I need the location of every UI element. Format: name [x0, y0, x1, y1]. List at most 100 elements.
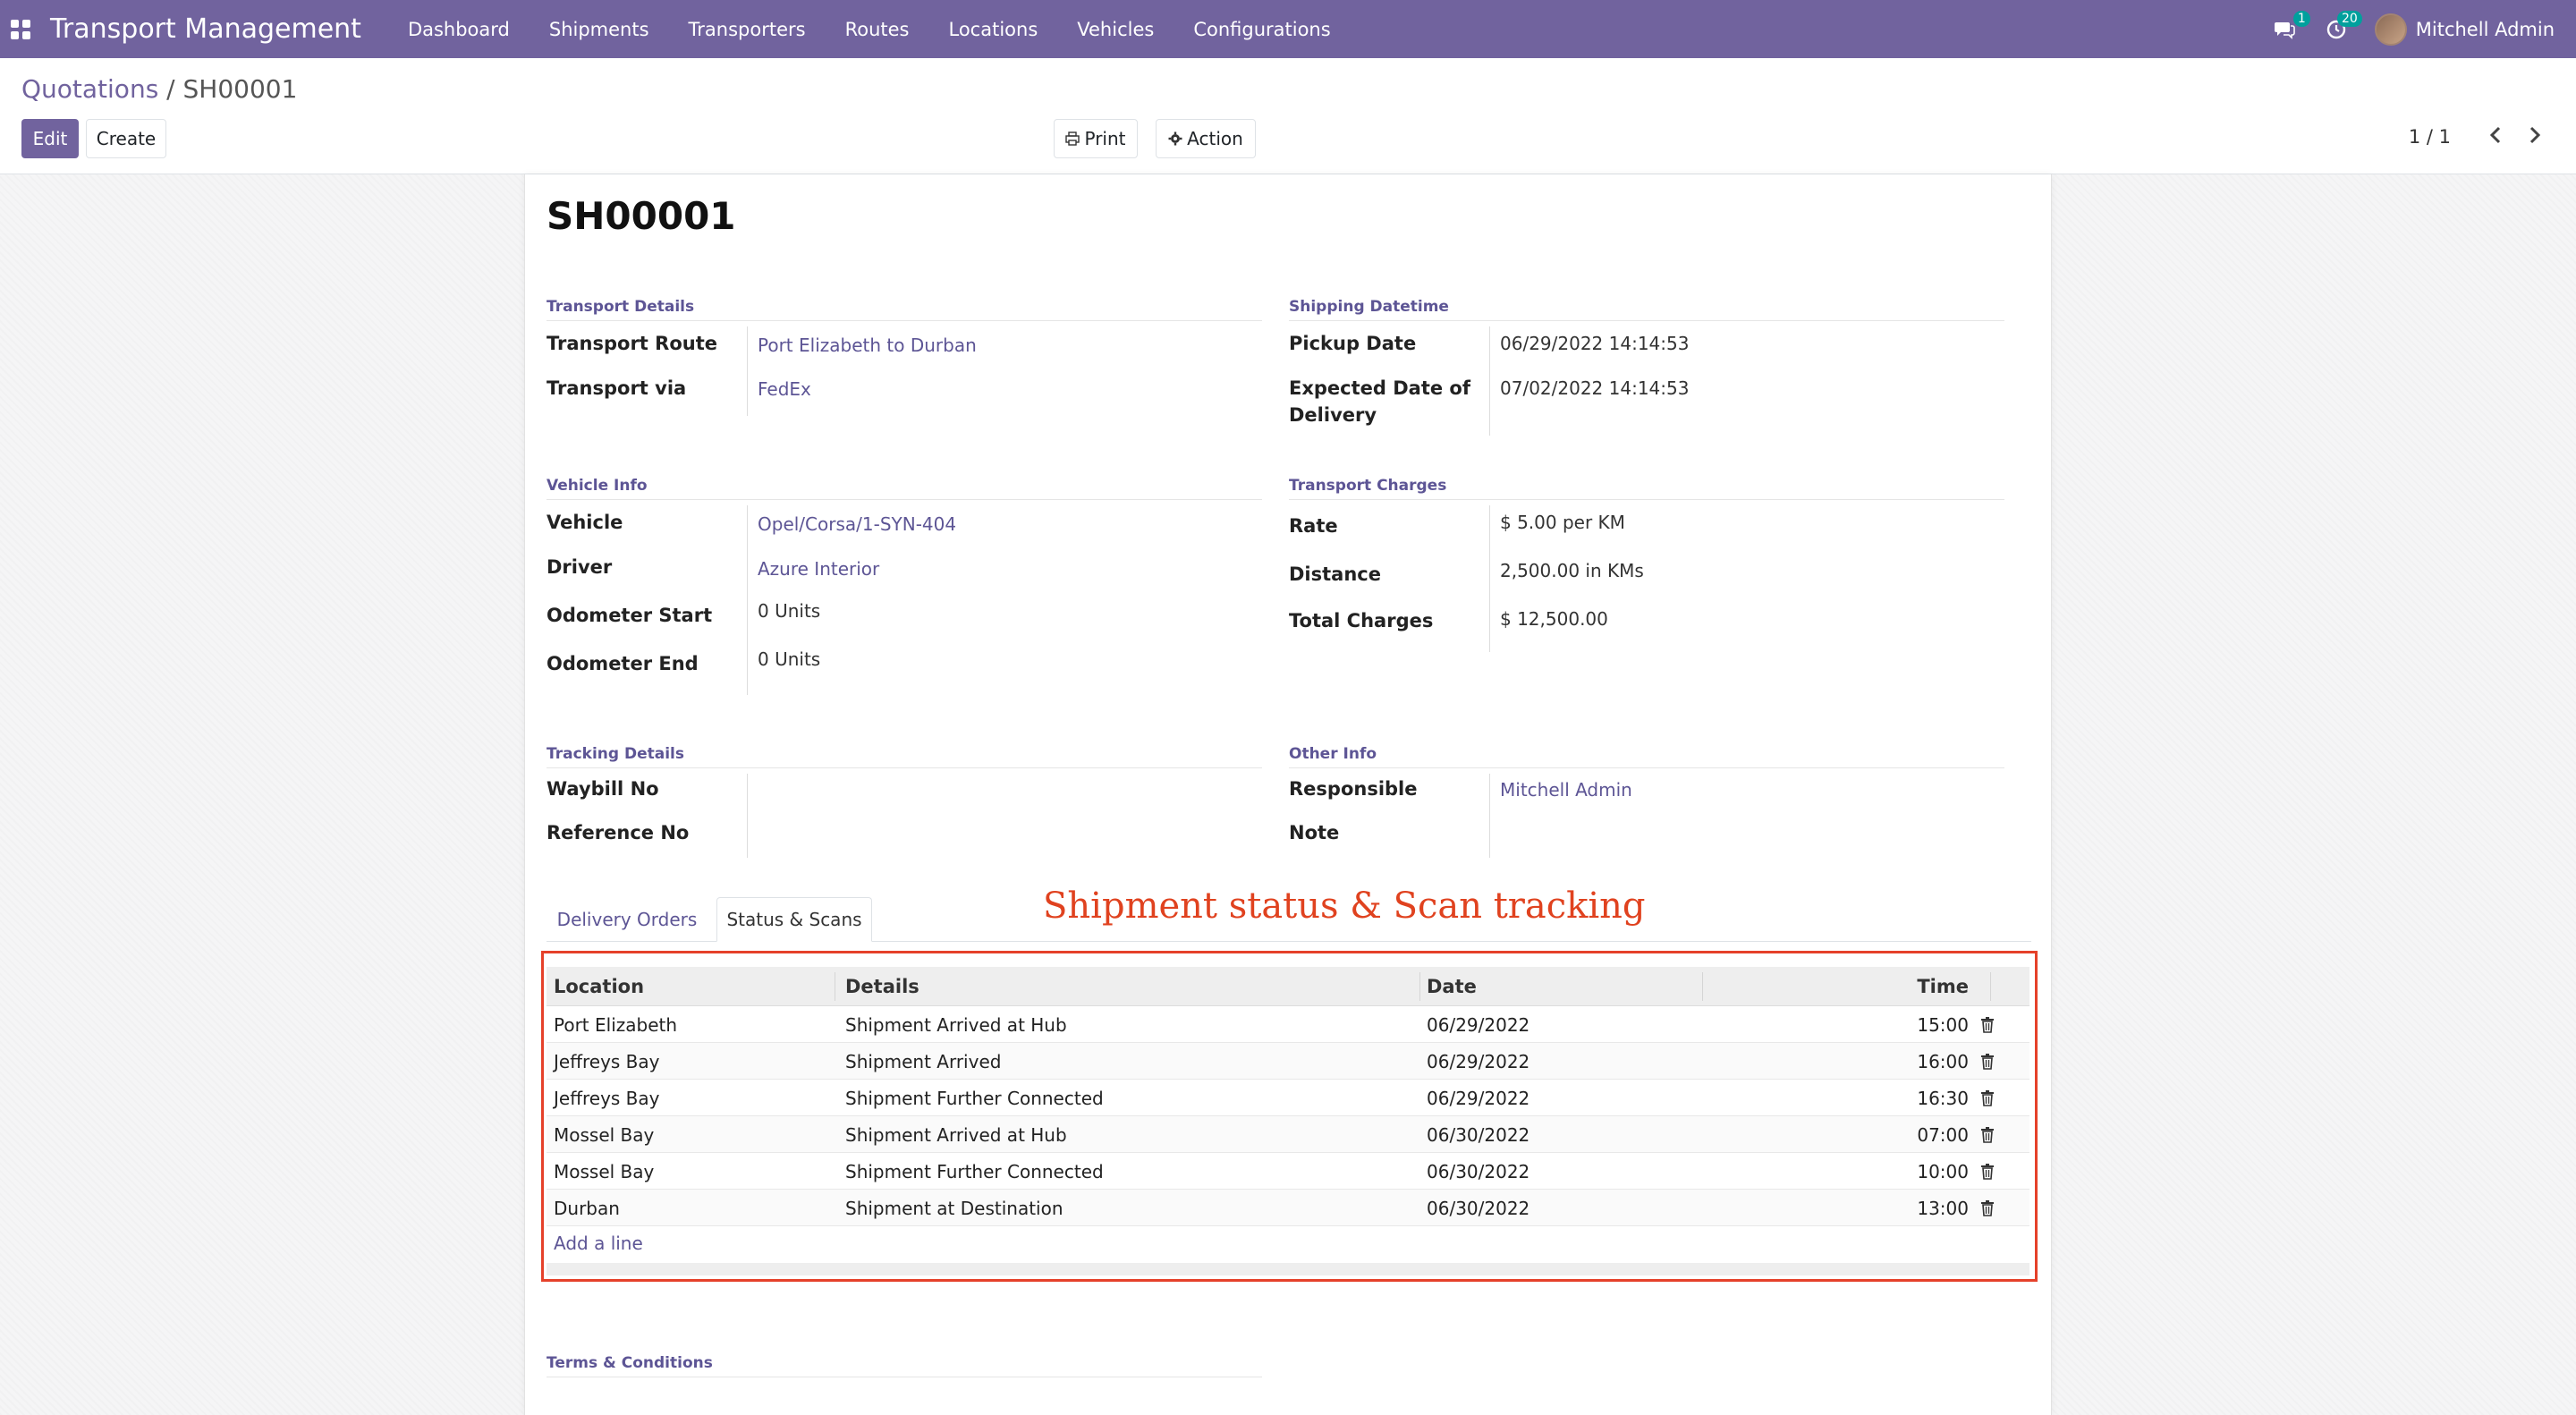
- breadcrumb-separator: /: [158, 74, 183, 104]
- messages-icon[interactable]: 1: [2271, 10, 2310, 43]
- top-navbar: Transport Management Dashboard Shipments…: [0, 0, 2576, 58]
- expected-delivery-label-line2: Delivery: [1289, 404, 1377, 426]
- avatar: [2374, 13, 2407, 46]
- cell-date: 06/29/2022: [1427, 1087, 1530, 1109]
- menu-configurations[interactable]: Configurations: [1174, 0, 1350, 58]
- column-location[interactable]: Location: [554, 967, 644, 1006]
- cell-location: Jeffreys Bay: [554, 1050, 660, 1072]
- expected-delivery-value: 07/02/2022 14:14:53: [1500, 377, 1690, 399]
- table-row[interactable]: Jeffreys Bay Shipment Arrived 06/29/2022…: [547, 1043, 2029, 1080]
- cell-time: 13:00: [1917, 1197, 1969, 1219]
- field-separator: [1489, 505, 1490, 652]
- app-title[interactable]: Transport Management: [50, 13, 361, 45]
- transport-route-value[interactable]: Port Elizabeth to Durban: [758, 332, 977, 359]
- table-row[interactable]: Jeffreys Bay Shipment Further Connected …: [547, 1080, 2029, 1116]
- column-time[interactable]: Time: [1709, 967, 1969, 1006]
- gear-icon: [1168, 131, 1182, 146]
- print-button[interactable]: Print: [1054, 119, 1138, 158]
- menu-routes[interactable]: Routes: [826, 0, 929, 58]
- cell-time: 10:00: [1917, 1160, 1969, 1182]
- transport-details-group: Transport Details Transport Route Port E…: [547, 298, 1262, 432]
- add-line-link[interactable]: Add a line: [554, 1233, 643, 1254]
- column-date[interactable]: Date: [1427, 967, 1477, 1006]
- chevron-right-icon: [2529, 126, 2541, 144]
- expected-delivery-label-line1: Expected Date of: [1289, 377, 1470, 399]
- vehicle-info-title: Vehicle Info: [547, 477, 1262, 500]
- transport-details-title: Transport Details: [547, 298, 1262, 321]
- responsible-label: Responsible: [1289, 778, 1418, 800]
- terms-conditions-title: Terms & Conditions: [547, 1354, 1262, 1377]
- menu-shipments[interactable]: Shipments: [530, 0, 669, 58]
- odometer-start-label: Odometer Start: [547, 605, 713, 626]
- print-label: Print: [1084, 128, 1126, 149]
- transport-via-value[interactable]: FedEx: [758, 376, 811, 402]
- cell-location: Port Elizabeth: [554, 1013, 678, 1036]
- responsible-value[interactable]: Mitchell Admin: [1500, 776, 1632, 803]
- odometer-end-value: 0 Units: [758, 648, 821, 670]
- tracking-details-title: Tracking Details: [547, 745, 1262, 768]
- cell-date: 06/30/2022: [1427, 1160, 1530, 1182]
- table-row[interactable]: Port Elizabeth Shipment Arrived at Hub 0…: [547, 1006, 2029, 1043]
- trash-icon[interactable]: [1980, 1127, 1995, 1143]
- edit-button[interactable]: Edit: [21, 119, 79, 158]
- cell-location: Mossel Bay: [554, 1123, 655, 1146]
- menu-transporters[interactable]: Transporters: [669, 0, 826, 58]
- cell-time: 16:00: [1917, 1050, 1969, 1072]
- shipping-datetime-group: Shipping Datetime Pickup Date 06/29/2022…: [1289, 298, 2004, 436]
- table-header: Location Details Date Time: [547, 967, 2029, 1006]
- print-icon: [1065, 131, 1080, 146]
- tab-delivery-orders[interactable]: Delivery Orders: [547, 897, 708, 942]
- cell-location: Jeffreys Bay: [554, 1087, 660, 1109]
- vehicle-value[interactable]: Opel/Corsa/1-SYN-404: [758, 511, 956, 538]
- table-row[interactable]: Mossel Bay Shipment Arrived at Hub 06/30…: [547, 1116, 2029, 1153]
- chevron-left-icon: [2489, 126, 2501, 144]
- user-menu[interactable]: Mitchell Admin: [2374, 13, 2555, 46]
- trash-icon[interactable]: [1980, 1200, 1995, 1216]
- pager-value[interactable]: 1 / 1: [2409, 126, 2451, 148]
- user-name: Mitchell Admin: [2415, 18, 2555, 40]
- cell-details: Shipment Further Connected: [845, 1160, 1104, 1182]
- apps-menu-icon[interactable]: [11, 19, 30, 39]
- messages-count-badge: 1: [2292, 10, 2310, 27]
- menu-locations[interactable]: Locations: [929, 0, 1058, 58]
- total-charges-value: $ 12,500.00: [1500, 608, 1608, 630]
- reference-label: Reference No: [547, 822, 690, 843]
- vehicle-label: Vehicle: [547, 512, 623, 533]
- control-panel: Quotations / SH00001 Edit Create Print A…: [0, 58, 2576, 174]
- cell-location: Durban: [554, 1197, 620, 1219]
- distance-value: 2,500.00 in KMs: [1500, 560, 1644, 581]
- table-row[interactable]: Mossel Bay Shipment Further Connected 06…: [547, 1153, 2029, 1190]
- column-details[interactable]: Details: [845, 967, 919, 1006]
- breadcrumb-quotations-link[interactable]: Quotations: [21, 74, 158, 104]
- pager-previous-button[interactable]: [2478, 117, 2513, 153]
- menu-dashboard[interactable]: Dashboard: [388, 0, 530, 58]
- driver-label: Driver: [547, 556, 613, 578]
- trash-icon[interactable]: [1980, 1164, 1995, 1180]
- form-sheet: SH00001 Transport Details Transport Rout…: [524, 174, 2052, 1415]
- pickup-date-value: 06/29/2022 14:14:53: [1500, 333, 1690, 354]
- activity-clock-icon[interactable]: 20: [2323, 10, 2362, 43]
- trash-icon[interactable]: [1980, 1017, 1995, 1033]
- odometer-start-value: 0 Units: [758, 600, 821, 622]
- menu-vehicles[interactable]: Vehicles: [1057, 0, 1174, 58]
- transport-route-label: Transport Route: [547, 333, 717, 354]
- cell-date: 06/30/2022: [1427, 1197, 1530, 1219]
- cell-time: 15:00: [1917, 1013, 1969, 1036]
- field-separator: [747, 774, 748, 858]
- cell-details: Shipment Arrived at Hub: [845, 1123, 1067, 1146]
- pager-next-button[interactable]: [2517, 117, 2553, 153]
- driver-value[interactable]: Azure Interior: [758, 555, 879, 582]
- cell-details: Shipment Arrived: [845, 1050, 1002, 1072]
- other-info-group: Other Info Responsible Mitchell Admin No…: [1289, 745, 2004, 858]
- trash-icon[interactable]: [1980, 1090, 1995, 1106]
- table-row[interactable]: Durban Shipment at Destination 06/30/202…: [547, 1190, 2029, 1226]
- odometer-end-label: Odometer End: [547, 653, 699, 674]
- cell-time: 07:00: [1917, 1123, 1969, 1146]
- create-button[interactable]: Create: [86, 119, 166, 158]
- cell-time: 16:30: [1917, 1087, 1969, 1109]
- total-charges-label: Total Charges: [1289, 610, 1434, 631]
- tab-status-scans[interactable]: Status & Scans: [716, 897, 872, 942]
- trash-icon[interactable]: [1980, 1054, 1995, 1070]
- field-separator: [747, 505, 748, 695]
- action-button[interactable]: Action: [1156, 119, 1256, 158]
